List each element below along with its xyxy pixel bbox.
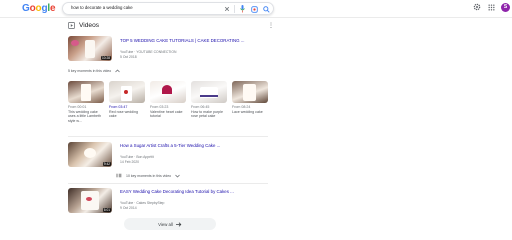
lens-icon[interactable] (250, 5, 258, 13)
video-icon (68, 22, 75, 29)
video-title-link[interactable]: EASY Wedding Cake Decorating Idea Tutori… (120, 189, 234, 194)
video-duration: 6:01 (102, 208, 111, 212)
video-thumbnail[interactable]: 9:42 (68, 142, 112, 167)
moment-thumbnail[interactable] (232, 81, 268, 103)
moment-thumbnail[interactable] (109, 81, 145, 103)
flower-image (86, 197, 92, 201)
chevron-up-icon (115, 69, 120, 73)
apps-icon[interactable] (486, 2, 496, 12)
more-options-icon[interactable]: ⋮ (268, 22, 274, 29)
moment-thumbnail[interactable] (68, 81, 104, 103)
key-moments-toggle[interactable]: 10 key moments in this video (116, 173, 180, 178)
videos-section-header: Videos (68, 22, 99, 29)
result-divider (68, 183, 268, 184)
moment-thumbnail[interactable] (191, 81, 227, 103)
moment-description: How to make purple rose petal cake (191, 110, 223, 119)
chevron-down-icon (175, 174, 180, 177)
video-title-link[interactable]: TOP 5 WEDDING CAKE TUTORIALS | CAKE DECO… (120, 38, 244, 43)
account-avatar[interactable]: S (501, 3, 510, 12)
cake-image (85, 40, 95, 58)
moment-timestamp[interactable]: From 00:01 (68, 105, 86, 109)
video-date: 9 Oct 2014 (120, 205, 137, 210)
cake-image (84, 148, 96, 158)
search-bar[interactable]: how to decorate a wedding cake (62, 2, 274, 15)
cake-image (81, 84, 91, 101)
video-meta: YouTube · Cakes StepbyStep 9 Oct 2014 (120, 201, 164, 211)
moment-description: Lace wedding cake (232, 110, 263, 114)
video-title-link[interactable]: How a Sugar Artist Crafts a 5-Tier Weddi… (120, 143, 220, 148)
rose-image (124, 90, 128, 94)
ribbon-image (200, 95, 218, 97)
video-meta: YouTube · YOUTUBE CONNECTION 5 Oct 2018 (120, 50, 176, 60)
flower-image (71, 40, 79, 46)
video-date: 14 Feb 2020 (120, 159, 140, 164)
key-moments-label: 5 key moments in this video (68, 69, 112, 73)
moment-description: Valentine heart cake tutorial (150, 110, 183, 119)
key-moments-thumbs-icon (116, 173, 122, 178)
video-duration: 10:28 (101, 56, 111, 60)
view-all-button[interactable]: View all (124, 218, 216, 230)
moment-timestamp[interactable]: From 03:47 (109, 105, 127, 109)
key-moments-toggle[interactable]: 5 key moments in this video (68, 69, 120, 73)
google-logo[interactable]: Google (22, 3, 56, 14)
search-icon[interactable] (262, 5, 270, 13)
video-thumbnail[interactable]: 10:28 (68, 36, 112, 61)
video-meta: YouTube · Bon Appétit 14 Feb 2020 (120, 155, 154, 165)
moment-timestamp[interactable]: From 08:24 (232, 105, 250, 109)
moment-thumbnail[interactable] (150, 81, 186, 103)
moment-description: Red rose wedding cake (109, 110, 138, 119)
heart-image (162, 85, 172, 94)
mic-icon[interactable] (238, 5, 246, 13)
videos-title: Videos (79, 22, 100, 29)
video-date: 5 Oct 2018 (120, 54, 137, 59)
moment-description: This wedding cake uses a little Lambeth … (68, 110, 101, 123)
arrow-right-icon (175, 221, 182, 227)
moment-timestamp[interactable]: From 06:45 (191, 105, 209, 109)
search-results-page: Google how to decorate a wedding cake S … (0, 0, 512, 240)
video-duration: 9:42 (102, 162, 111, 166)
settings-icon[interactable] (472, 2, 482, 12)
view-all-label: View all (158, 221, 173, 227)
result-divider (68, 136, 268, 137)
search-input[interactable]: how to decorate a wedding cake (71, 5, 133, 10)
video-thumbnail[interactable]: 6:01 (68, 188, 112, 213)
cake-image (243, 84, 256, 101)
moment-timestamp[interactable]: From 03:23 (150, 105, 168, 109)
search-divider (234, 5, 235, 13)
close-icon[interactable] (223, 5, 231, 13)
key-moments-label: 10 key moments in this video (126, 173, 172, 178)
header-divider (0, 17, 512, 18)
